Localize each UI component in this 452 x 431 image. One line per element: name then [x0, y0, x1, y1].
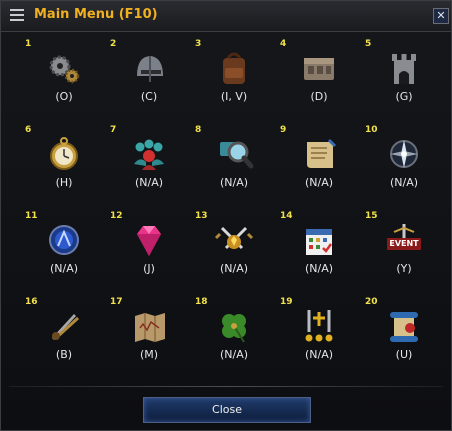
item-hotkey: (N/A) [219, 262, 249, 275]
item-number: 1 [25, 39, 32, 49]
backpack-icon[interactable] [214, 48, 254, 88]
divider [9, 386, 443, 387]
item-number: 15 [365, 211, 378, 221]
hamburger-menu-icon[interactable] [10, 9, 24, 22]
item-hotkey: (N/A) [304, 262, 334, 275]
clover-icon[interactable] [214, 306, 254, 346]
item-number: 17 [110, 297, 123, 307]
compass-icon[interactable] [384, 134, 424, 174]
item-number: 9 [280, 125, 287, 135]
menu-item-17[interactable]: 17 (M) [108, 297, 190, 373]
helmet-icon[interactable] [129, 48, 169, 88]
item-hotkey: (G) [395, 90, 413, 103]
chest-icon[interactable] [299, 48, 339, 88]
item-number: 2 [110, 39, 117, 49]
tower-icon[interactable] [384, 48, 424, 88]
menu-item-13[interactable]: 13 (N/A) [193, 211, 275, 287]
menu-item-6[interactable]: 6 (H) [23, 125, 105, 201]
menu-item-16[interactable]: 16 (B) [23, 297, 105, 373]
menu-item-11[interactable]: 11 (N/A) [23, 211, 105, 287]
item-number: 10 [365, 125, 378, 135]
item-number: 16 [25, 297, 38, 307]
map-icon[interactable] [129, 306, 169, 346]
item-hotkey: (N/A) [219, 176, 249, 189]
item-hotkey: (N/A) [389, 176, 419, 189]
window-title: Main Menu (F10) [34, 7, 158, 22]
item-hotkey: (C) [140, 90, 158, 103]
item-number: 4 [280, 39, 287, 49]
pocket-watch-icon[interactable] [44, 134, 84, 174]
menu-item-4[interactable]: 4 (D) [278, 39, 360, 115]
menu-item-3[interactable]: 3 (I, V) [193, 39, 275, 115]
menu-item-10[interactable]: 10 (N/A) [363, 125, 445, 201]
event-icon-label: EVENT [389, 239, 419, 248]
menu-item-5[interactable]: 5 (G) [363, 39, 445, 115]
item-hotkey: (B) [55, 348, 73, 361]
party-icon[interactable] [129, 134, 169, 174]
item-hotkey: (O) [55, 90, 73, 103]
item-hotkey: (D) [310, 90, 328, 103]
item-number: 6 [25, 125, 32, 135]
item-number: 11 [25, 211, 38, 221]
menu-item-7[interactable]: 7 (N/A) [108, 125, 190, 201]
item-hotkey: (N/A) [134, 176, 164, 189]
menu-item-9[interactable]: 9 (N/A) [278, 125, 360, 201]
menu-item-8[interactable]: 8 (N/A) [193, 125, 275, 201]
item-number: 12 [110, 211, 123, 221]
rune-shield-icon[interactable] [44, 220, 84, 260]
title-bar[interactable]: Main Menu (F10) ✕ [1, 1, 451, 32]
item-hotkey: (N/A) [304, 348, 334, 361]
crossed-swords-icon[interactable] [214, 220, 254, 260]
item-number: 18 [195, 297, 208, 307]
item-number: 19 [280, 297, 293, 307]
item-hotkey: (U) [395, 348, 413, 361]
close-icon[interactable]: ✕ [433, 8, 449, 24]
menu-item-15[interactable]: 15 EVENT (Y) [363, 211, 445, 287]
item-number: 3 [195, 39, 202, 49]
menu-item-18[interactable]: 18 (N/A) [193, 297, 275, 373]
menu-item-12[interactable]: 12 (J) [108, 211, 190, 287]
menu-item-19[interactable]: 19 (N/A) [278, 297, 360, 373]
blades-icon[interactable] [44, 306, 84, 346]
magnifier-icon[interactable] [214, 134, 254, 174]
item-number: 13 [195, 211, 208, 221]
item-number: 8 [195, 125, 202, 135]
item-number: 14 [280, 211, 293, 221]
gem-icon[interactable] [129, 220, 169, 260]
item-hotkey: (H) [55, 176, 73, 189]
item-hotkey: (N/A) [219, 348, 249, 361]
item-hotkey: (N/A) [49, 262, 79, 275]
ranking-icon[interactable] [299, 306, 339, 346]
item-hotkey: (J) [143, 262, 155, 275]
quest-scroll-icon[interactable] [384, 306, 424, 346]
menu-item-2[interactable]: 2 (C) [108, 39, 190, 115]
scroll-icon[interactable] [299, 134, 339, 174]
close-button[interactable]: Close [143, 397, 311, 423]
main-menu-window: Main Menu (F10) ✕ 1 (O) 2 (C) 3 (I, V) 4 (D) 5 (G… [0, 0, 452, 431]
menu-item-20[interactable]: 20 (U) [363, 297, 445, 373]
item-hotkey: (Y) [396, 262, 412, 275]
gears-icon[interactable] [44, 48, 84, 88]
menu-item-14[interactable]: 14 (N/A) [278, 211, 360, 287]
calendar-icon[interactable] [299, 220, 339, 260]
event-icon[interactable]: EVENT [384, 220, 424, 260]
item-hotkey: (I, V) [220, 90, 248, 103]
item-hotkey: (N/A) [304, 176, 334, 189]
item-number: 7 [110, 125, 117, 135]
item-number: 5 [365, 39, 372, 49]
item-hotkey: (M) [139, 348, 159, 361]
menu-item-1[interactable]: 1 (O) [23, 39, 105, 115]
item-number: 20 [365, 297, 378, 307]
